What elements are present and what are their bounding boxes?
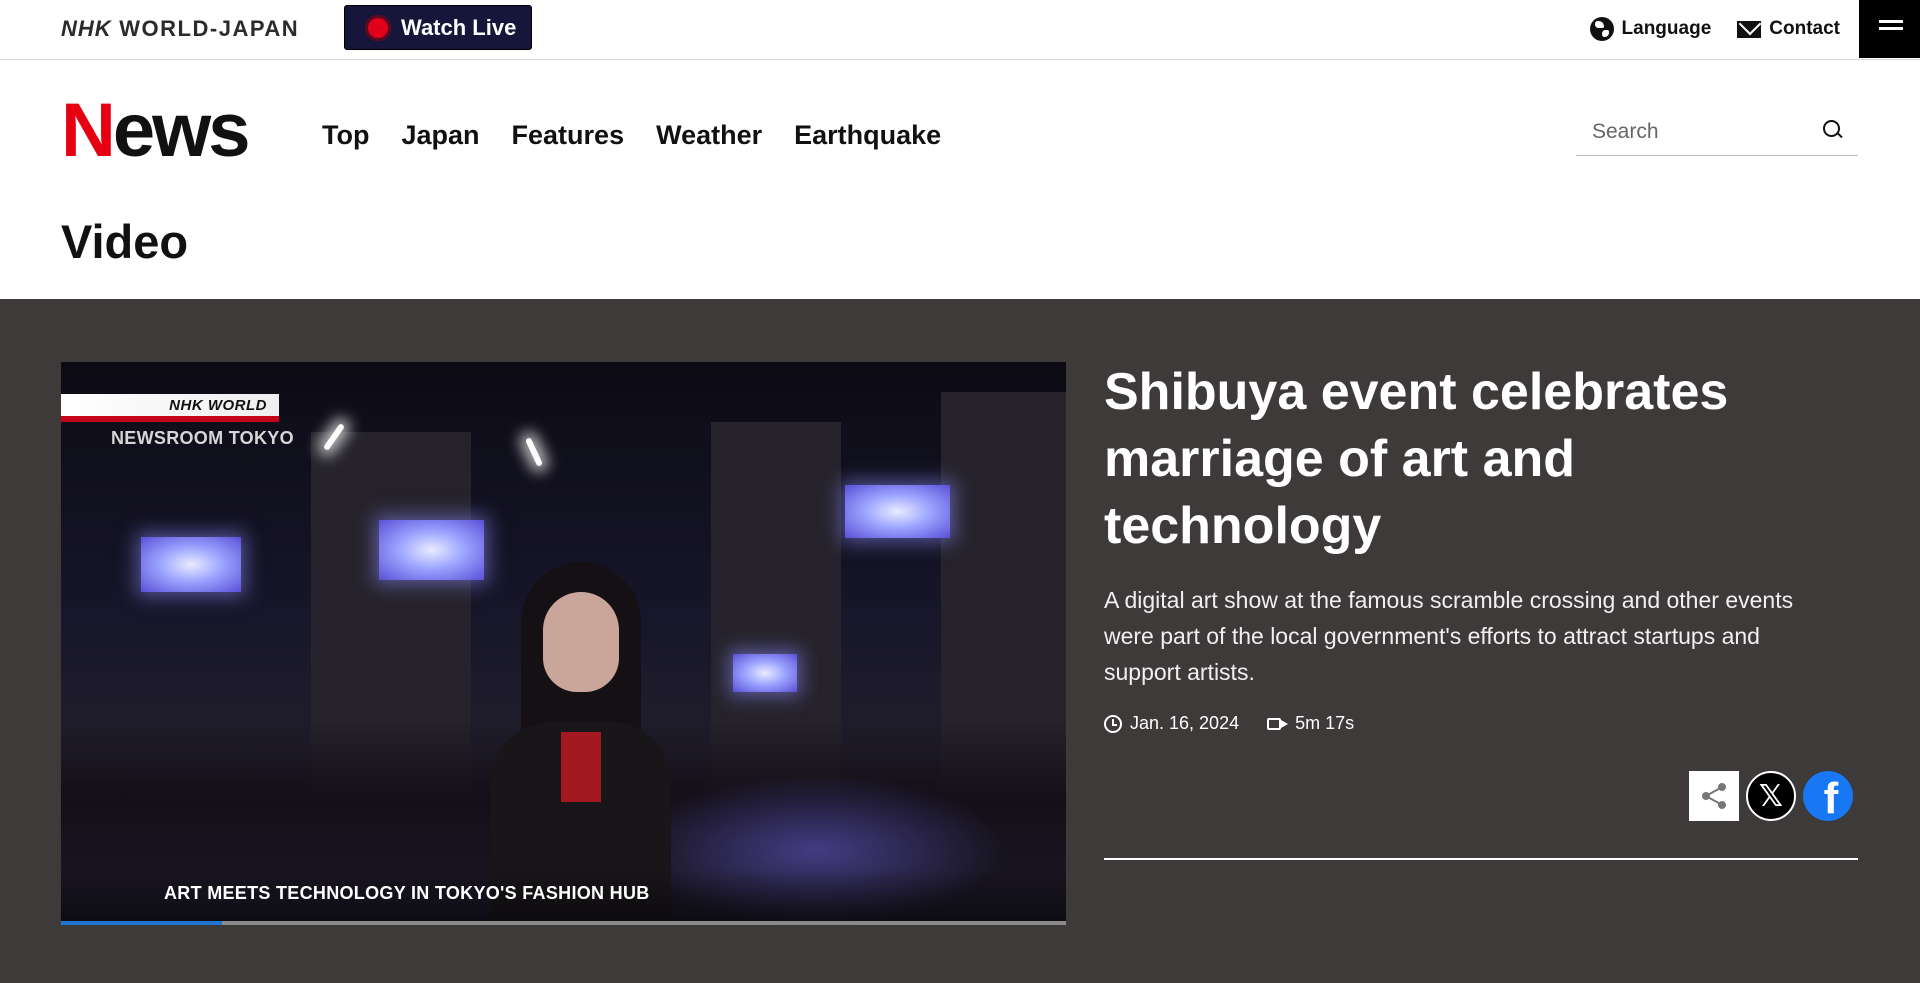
video-badge-line1: NHK WORLD (169, 396, 267, 414)
news-logo-rest: ews (112, 88, 251, 173)
watch-live-label: Watch Live (401, 14, 517, 40)
presenter-shirt (561, 732, 601, 802)
globe-icon (1589, 17, 1614, 41)
nav-top[interactable]: Top (322, 120, 369, 151)
share-button[interactable] (1689, 771, 1739, 821)
share-buttons: 𝕏 f (1689, 771, 1853, 821)
facebook-share-button[interactable]: f (1803, 771, 1853, 821)
nav-japan[interactable]: Japan (401, 120, 479, 151)
video-newsroom-label: NEWSROOM TOKYO (111, 428, 294, 448)
top-utility-links: Language Contact (1589, 17, 1840, 41)
main-nav: Top Japan Features Weather Earthquake (322, 120, 941, 151)
search-input[interactable] (1576, 112, 1806, 152)
menu-button[interactable] (1859, 0, 1920, 58)
video-billboard (379, 520, 484, 580)
video-billboard (733, 654, 797, 692)
video-date-text: Jan. 16, 2024 (1130, 713, 1240, 733)
live-dot-icon (365, 14, 391, 41)
hamburger-icon (1879, 20, 1903, 23)
featured-video-section: NHK WORLD NEWSROOM TOKYO ART MEETS TECHN… (0, 299, 1920, 983)
video-duration: 5m 17s (1267, 713, 1354, 734)
video-nhk-world-badge: NHK WORLD (61, 394, 279, 422)
nav-weather[interactable]: Weather (656, 120, 762, 151)
x-share-button[interactable]: 𝕏 (1746, 771, 1796, 821)
video-billboard (141, 537, 241, 592)
search-icon[interactable] (1823, 120, 1843, 140)
video-progress-bar[interactable] (61, 921, 1066, 925)
news-logo[interactable]: News (61, 86, 251, 176)
search-box (1576, 112, 1858, 156)
brand-world-japan: WORLD-JAPAN (119, 16, 300, 41)
video-meta: Jan. 16, 2024 5m 17s (1104, 713, 1354, 734)
language-label: Language (1621, 18, 1712, 39)
nav-earthquake[interactable]: Earthquake (794, 120, 941, 151)
top-bar: NHK WORLD-JAPAN Watch Live Language Cont… (0, 0, 1920, 60)
video-description: A digital art show at the famous scrambl… (1104, 587, 1794, 685)
share-icon (1702, 783, 1726, 809)
video-progress-fill (61, 921, 222, 925)
video-caption: ART MEETS TECHNOLOGY IN TOKYO'S FASHION … (164, 883, 650, 903)
nav-features[interactable]: Features (512, 120, 625, 151)
video-player[interactable]: NHK WORLD NEWSROOM TOKYO ART MEETS TECHN… (61, 362, 1066, 925)
video-headline[interactable]: Shibuya event celebrates marriage of art… (1104, 359, 1804, 560)
contact-link[interactable]: Contact (1737, 18, 1840, 40)
page-title: Video (61, 215, 189, 268)
watch-live-button[interactable]: Watch Live (344, 5, 532, 50)
news-logo-n: N (61, 88, 116, 173)
video-camera-icon (1267, 717, 1282, 730)
nhk-world-japan-logo[interactable]: NHK WORLD-JAPAN (61, 16, 299, 42)
video-duration-text: 5m 17s (1295, 713, 1355, 733)
video-date: Jan. 16, 2024 (1104, 713, 1239, 734)
contact-label: Contact (1769, 18, 1840, 39)
video-caption-bar: ART MEETS TECHNOLOGY IN TOKYO'S FASHION … (61, 869, 1066, 925)
language-link[interactable]: Language (1589, 17, 1712, 41)
video-billboard (845, 485, 950, 538)
x-icon: 𝕏 (1758, 778, 1784, 814)
section-divider (1104, 858, 1858, 860)
brand-nhk: NHK (61, 16, 112, 41)
envelope-icon (1737, 20, 1762, 38)
presenter-face (543, 592, 619, 692)
clock-icon (1104, 714, 1122, 733)
facebook-icon: f (1823, 774, 1839, 821)
hamburger-icon-bar (1879, 27, 1903, 30)
